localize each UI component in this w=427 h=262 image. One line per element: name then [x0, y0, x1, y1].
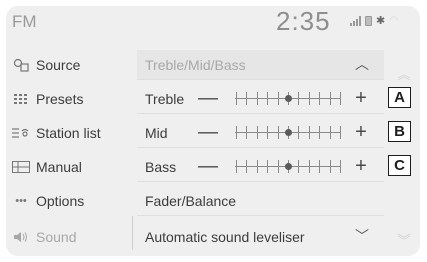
slider-tick [236, 126, 237, 139]
wifi-icon: ◠ [389, 15, 398, 26]
sound-leveliser-row[interactable]: Automatic sound leveliser ﹀ [137, 222, 384, 252]
slider-tick [236, 92, 237, 105]
source-icon [10, 58, 32, 72]
bass-plus-button[interactable]: + [349, 155, 373, 179]
signal-icon [350, 16, 361, 26]
slider-tick [236, 160, 237, 173]
sidebar-item-manual[interactable]: Manual [6, 152, 132, 182]
mid-minus-button[interactable]: — [196, 121, 220, 145]
slider-tick [330, 92, 331, 105]
slider-tick [319, 126, 320, 139]
bass-minus-button[interactable]: — [196, 155, 220, 179]
slider-tick [319, 160, 320, 173]
frame: FM 2:35 ✱ ◠ Source Presets Station list … [0, 0, 427, 262]
scroll-up-icon[interactable]: ︽ [393, 64, 415, 83]
slider-tick [257, 160, 258, 173]
callout-c: C [388, 155, 411, 176]
slider-tick [257, 126, 258, 139]
slider-tick [267, 126, 268, 139]
sidebar-item-options[interactable]: ••• Options [6, 186, 132, 216]
slider-tick [278, 160, 279, 173]
speaker-icon [10, 231, 32, 243]
mid-label: Mid [145, 125, 168, 141]
slider-tick [278, 92, 279, 105]
slider-tick [298, 92, 299, 105]
scroll-down-icon[interactable]: ︾ [393, 230, 415, 249]
bass-row: Bass — + [137, 152, 384, 182]
presets-icon [10, 94, 32, 104]
sidebar-label-options: Options [36, 193, 85, 209]
bass-label: Bass [145, 159, 177, 175]
status-icons: ✱ ◠ [350, 15, 398, 27]
mid-plus-button[interactable]: + [349, 121, 373, 145]
status-bar: FM 2:35 ✱ ◠ [6, 6, 420, 42]
slider-tick [340, 126, 341, 139]
mid-row: Mid — + [137, 118, 384, 148]
fader-balance-label: Fader/Balance [145, 193, 237, 209]
slider-thumb[interactable] [285, 129, 292, 136]
slider-tick [298, 160, 299, 173]
battery-icon [365, 16, 372, 26]
sidebar-item-presets[interactable]: Presets [6, 84, 132, 114]
slider-tick [298, 126, 299, 139]
options-icon: ••• [15, 195, 27, 207]
section-label: Treble/Mid/Bass [145, 57, 246, 73]
slider-tick [340, 92, 341, 105]
audio-settings-screen: FM 2:35 ✱ ◠ Source Presets Station list … [6, 6, 420, 256]
slider-tick [267, 92, 268, 105]
treble-mid-bass-header[interactable]: Treble/Mid/Bass ︿ [137, 50, 384, 80]
sound-leveliser-label: Automatic sound leveliser [145, 229, 305, 245]
treble-level-slider[interactable] [235, 91, 341, 107]
sidebar-label-station-list: Station list [36, 125, 101, 141]
sidebar-label-manual: Manual [36, 159, 82, 175]
slider-tick [340, 160, 341, 173]
slider-thumb[interactable] [285, 95, 292, 102]
slider-tick [246, 160, 247, 173]
sidebar-divider [132, 216, 133, 250]
chevron-down-icon[interactable]: ﹀ [355, 226, 369, 246]
slider-tick [267, 160, 268, 173]
callout-a: A [388, 87, 411, 108]
clock: 2:35 [276, 6, 331, 36]
sidebar-item-source[interactable]: Source [6, 50, 132, 80]
sidebar-label-source: Source [36, 57, 81, 73]
sidebar-item-station-list[interactable]: Station list [6, 118, 132, 148]
treble-minus-button[interactable]: — [196, 87, 220, 111]
slider-tick [309, 160, 310, 173]
slider-thumb[interactable] [285, 163, 292, 170]
fader-balance-row[interactable]: Fader/Balance [137, 186, 384, 216]
slider-tick [330, 160, 331, 173]
treble-plus-button[interactable]: + [349, 87, 373, 111]
callout-b: B [388, 121, 411, 142]
treble-row: Treble — + [137, 84, 384, 114]
slider-tick [309, 126, 310, 139]
bass-level-slider[interactable] [235, 159, 341, 175]
treble-label: Treble [145, 91, 185, 107]
slider-tick [246, 126, 247, 139]
bluetooth-icon: ✱ [376, 15, 386, 27]
slider-tick [278, 126, 279, 139]
sidebar-item-sound[interactable]: Sound [6, 222, 132, 252]
source-title: FM [12, 12, 37, 31]
slider-tick [257, 92, 258, 105]
manual-icon [10, 161, 32, 173]
slider-tick [309, 92, 310, 105]
chevron-up-icon[interactable]: ︿ [355, 54, 369, 74]
slider-tick [330, 126, 331, 139]
sidebar-label-presets: Presets [36, 91, 84, 107]
station-list-icon [10, 127, 32, 139]
slider-tick [246, 92, 247, 105]
mid-level-slider[interactable] [235, 125, 341, 141]
slider-tick [319, 92, 320, 105]
sidebar-label-sound: Sound [36, 229, 77, 245]
